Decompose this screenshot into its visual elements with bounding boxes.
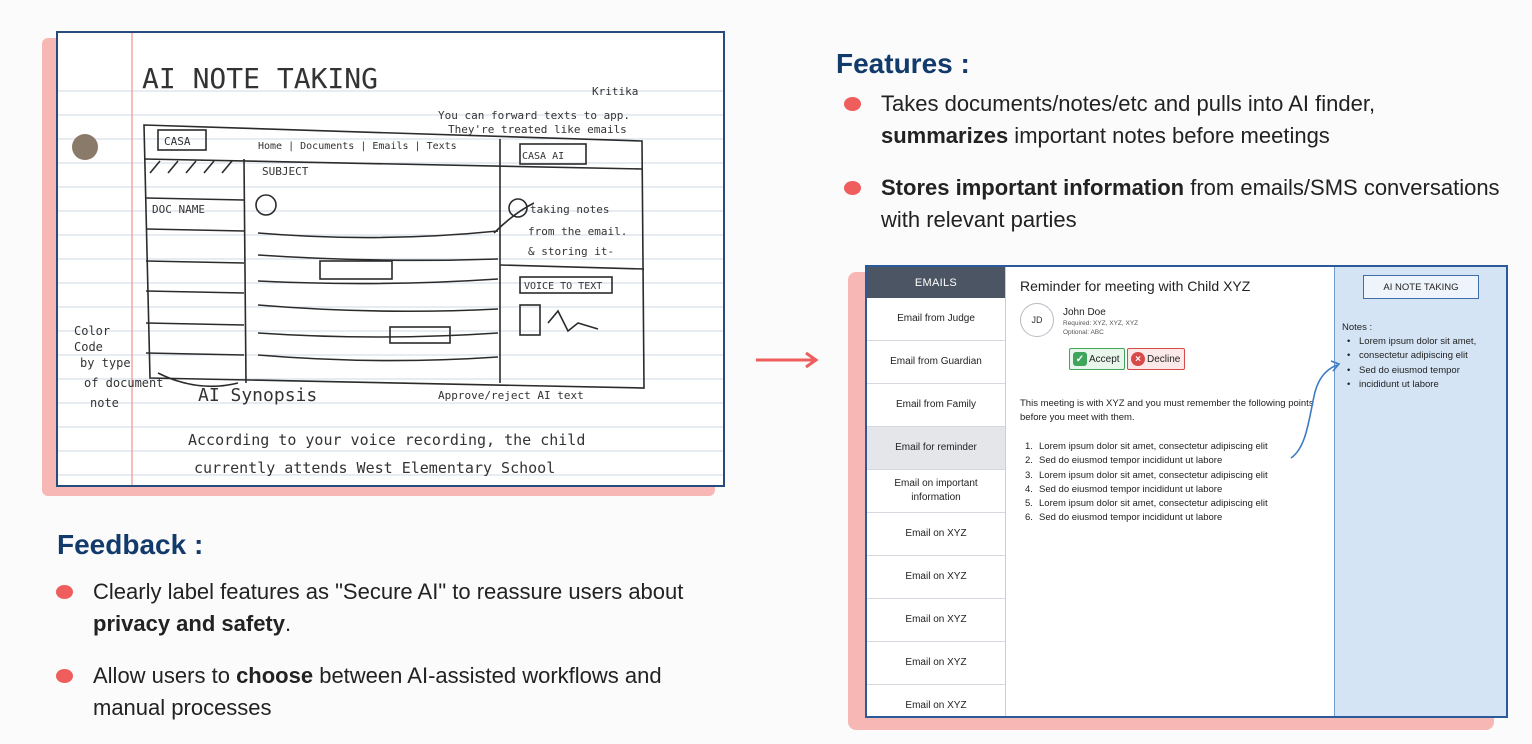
sketch-nav: Home | Documents | Emails | Texts	[258, 141, 457, 152]
sketch-logo: CASA	[164, 135, 191, 148]
features-list: Takes documents/notes/etc and pulls into…	[844, 88, 1504, 256]
sidebar-list: Email from Judge Email from Guardian Email…	[867, 298, 1005, 716]
bullet-dot-icon	[56, 669, 73, 683]
check-icon: ✓	[1073, 352, 1087, 366]
sidebar-item[interactable]: Email from Judge	[867, 298, 1005, 341]
notes-list: Lorem ipsum dolor sit amet,consectetur a…	[1359, 335, 1476, 392]
message-body: This meeting is with XYZ and you must re…	[1020, 398, 1314, 423]
sketch-author: Kritika	[592, 85, 638, 98]
close-icon: ×	[1131, 352, 1145, 366]
bullet-dot-icon	[844, 97, 861, 111]
accept-button[interactable]: ✓ Accept	[1069, 348, 1125, 370]
ai-note-taking-button[interactable]: AI NOTE TAKING	[1363, 275, 1479, 299]
avatar: JD	[1020, 303, 1054, 337]
sidebar-item[interactable]: Email from Guardian	[867, 341, 1005, 384]
sketch-approve-note: Approve/reject AI text	[438, 389, 584, 402]
list-item: 2. Sed do eiusmod tempor incididunt ut la…	[1025, 455, 1223, 467]
sketch-forward-note-1: You can forward texts to app.	[438, 109, 630, 122]
sketch-drawing: AI NOTE TAKING Kritika You can forward t…	[58, 33, 723, 485]
feedback-list: Clearly label features as "Secure AI" to…	[56, 576, 736, 744]
message-title: Reminder for meeting with Child XYZ	[1020, 278, 1251, 294]
sidebar-item[interactable]: Email on XYZ	[867, 685, 1005, 716]
message-points: 1. Lorem ipsum dolor sit amet, consectetu…	[1020, 440, 1268, 526]
sidebar-item[interactable]: Email from Family	[867, 384, 1005, 427]
bullet-dot-icon	[844, 181, 861, 195]
email-mockup: EMAILS Email from Judge Email from Guardi…	[865, 265, 1508, 718]
email-sidebar: EMAILS Email from Judge Email from Guardi…	[867, 267, 1006, 716]
required-attendees: Required: XYZ, XYZ, XYZ	[1063, 320, 1139, 327]
sidebar-item[interactable]: Email on XYZ	[867, 599, 1005, 642]
sidebar-item[interactable]: Email on XYZ	[867, 642, 1005, 685]
sketch-side-note-4: of document	[84, 376, 163, 390]
sketch-voice: VOICE TO TEXT	[524, 281, 602, 292]
features-bullet-2: Stores important information from emails…	[844, 172, 1504, 236]
sidebar-item[interactable]: Email on important information	[867, 470, 1005, 513]
features-bullet-1: Takes documents/notes/etc and pulls into…	[844, 88, 1504, 152]
note-item: Sed do eiusmod tempor	[1359, 364, 1476, 378]
note-item: consectetur adipiscing elit	[1359, 349, 1476, 363]
ai-notes-panel: AI NOTE TAKING Notes : Lorem ipsum dolor…	[1334, 267, 1506, 716]
sketch-synopsis-line-2: currently attends West Elementary School	[194, 459, 555, 477]
arrow-right-icon	[756, 351, 819, 369]
sketch-subject: SUBJECT	[262, 165, 309, 178]
list-item: 5. Lorem ipsum dolor sit amet, consectetu…	[1025, 498, 1268, 510]
feedback-bullet-1: Clearly label features as "Secure AI" to…	[56, 576, 736, 640]
note-item: Lorem ipsum dolor sit amet,	[1359, 335, 1476, 349]
list-item: 6. Sed do eiusmod tempor incididunt ut la…	[1025, 512, 1223, 524]
features-title: Features :	[836, 48, 970, 79]
optional-attendees: Optional: ABC	[1063, 329, 1104, 336]
sketch-panel-title: CASA AI	[522, 151, 564, 162]
feedback-bullet-2: Allow users to choose between AI-assiste…	[56, 660, 736, 724]
sidebar-item[interactable]: Email on XYZ	[867, 513, 1005, 556]
sketch-side-note-2: Code	[74, 340, 103, 354]
list-item: 3. Lorem ipsum dolor sit amet, consectetu…	[1025, 469, 1268, 481]
note-item: incididunt ut labore	[1359, 378, 1476, 392]
hole-punch	[72, 134, 98, 160]
decline-button[interactable]: × Decline	[1127, 348, 1186, 370]
sketch-ai-note-3: & storing it-	[528, 245, 614, 258]
sketch-synopsis: AI Synopsis	[198, 385, 317, 406]
sketch-side-note-5: note	[90, 396, 119, 410]
list-item: 4. Sed do eiusmod tempor incididunt ut la…	[1025, 483, 1223, 495]
sketch-ai-note-2: from the email.	[528, 225, 627, 238]
notes-label: Notes :	[1342, 322, 1373, 333]
sketch-side-note-3: by type	[80, 356, 131, 370]
list-item: 1. Lorem ipsum dolor sit amet, consectetu…	[1025, 441, 1268, 452]
sketch-ai-note-1: taking notes	[530, 203, 609, 216]
sidebar-item[interactable]: Email for reminder	[867, 427, 1005, 470]
sketch-forward-note-2: They're treated like emails	[448, 123, 627, 136]
sketch-side-note-1: Color	[74, 324, 110, 338]
bullet-dot-icon	[56, 585, 73, 599]
sidebar-header: EMAILS	[867, 267, 1005, 298]
sketch-doc-name: DOC NAME	[152, 203, 205, 216]
email-content: Reminder for meeting with Child XYZ JD J…	[1006, 267, 1334, 716]
sender-name: John Doe	[1063, 307, 1106, 318]
wireframe-sketch: AI NOTE TAKING Kritika You can forward t…	[56, 31, 725, 487]
sketch-title: AI NOTE TAKING	[142, 62, 378, 95]
sidebar-item[interactable]: Email on XYZ	[867, 556, 1005, 599]
sketch-synopsis-line-1: According to your voice recording, the c…	[188, 431, 585, 449]
feedback-title: Feedback :	[57, 529, 204, 560]
